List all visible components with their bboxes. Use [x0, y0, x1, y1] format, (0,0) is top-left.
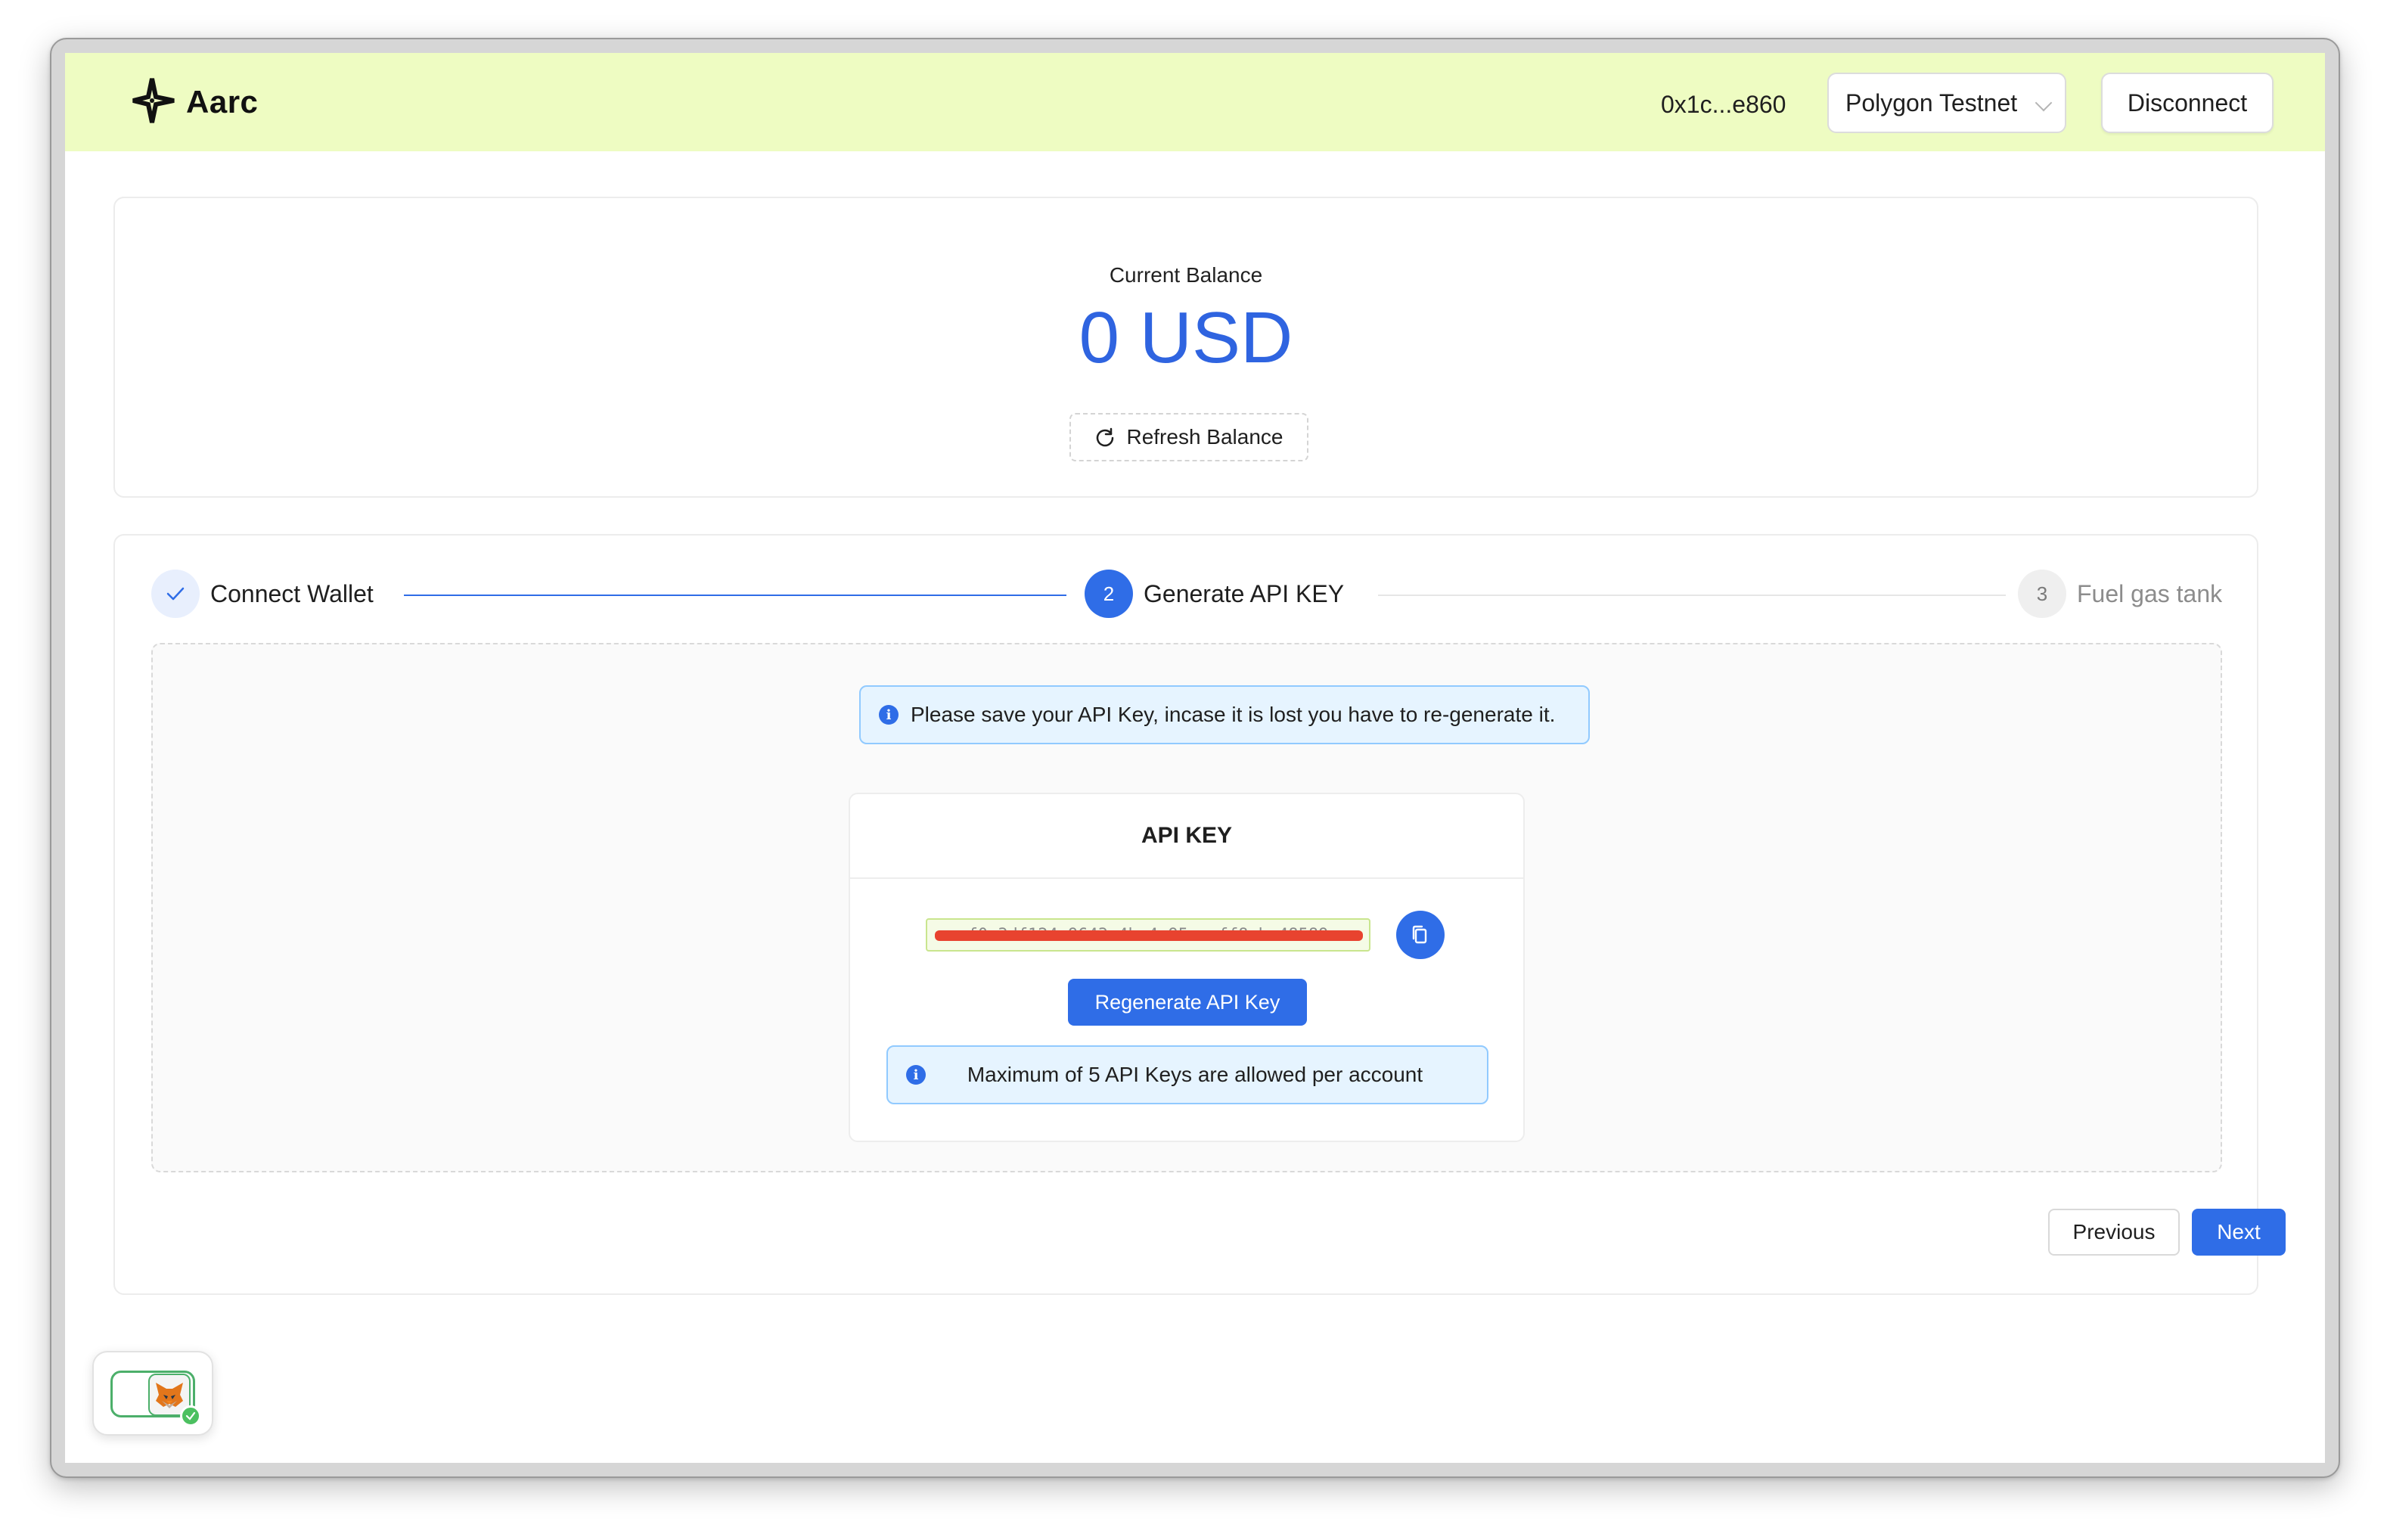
step-content-area: i Please save your API Key, incase it is… [151, 643, 2222, 1172]
balance-label: Current Balance [1109, 263, 1263, 287]
top-header: Aarc 0x1c...e860 Polygon Testnet Disconn… [65, 53, 2325, 151]
step-connector-2 [1378, 595, 2006, 596]
step-2-indicator: 2 [1085, 570, 1133, 618]
chevron-down-icon [2035, 94, 2053, 112]
save-key-notice-text: Please save your API Key, incase it is l… [911, 703, 1556, 726]
step-fuel-gas-tank[interactable]: 3 Fuel gas tank [2018, 567, 2222, 620]
wallet-address: 0x1c...e860 [1661, 91, 1786, 118]
step-connector-1 [404, 595, 1066, 596]
refresh-balance-label: Refresh Balance [1126, 425, 1283, 449]
step-3-label: Fuel gas tank [2077, 579, 2223, 607]
step-3-indicator: 3 [2018, 570, 2066, 618]
check-icon [166, 587, 185, 601]
brand-logo[interactable]: Aarc [126, 76, 258, 129]
copy-icon [1412, 925, 1427, 944]
save-key-notice: i Please save your API Key, incase it is… [859, 685, 1590, 744]
next-button[interactable]: Next [2192, 1209, 2286, 1256]
balance-value: 0 USD [1079, 297, 1293, 378]
metamask-wallet-widget[interactable] [92, 1351, 213, 1436]
network-select[interactable]: Polygon Testnet [1827, 73, 2066, 133]
info-icon: i [906, 1065, 926, 1085]
step-generate-api-key[interactable]: 2 Generate API KEY [1085, 567, 1344, 620]
refresh-balance-button[interactable]: Refresh Balance [1069, 413, 1308, 461]
previous-button[interactable]: Previous [2048, 1209, 2180, 1256]
refresh-icon [1097, 427, 1114, 447]
app-window: Aarc 0x1c...e860 Polygon Testnet Disconn… [65, 53, 2325, 1463]
api-key-limit-notice: i Maximum of 5 API Keys are allowed per … [886, 1045, 1488, 1104]
brand-name: Aarc [186, 84, 259, 120]
api-key-limit-text: Maximum of 5 API Keys are allowed per ac… [967, 1063, 1423, 1086]
redaction-mark [935, 930, 1363, 941]
step-1-label: Connect Wallet [210, 579, 374, 607]
info-icon: i [879, 705, 899, 725]
api-key-field[interactable]: f0e3df124-9643-4bc4-95cc-ff8ab-48589 [926, 918, 1370, 952]
step-1-indicator [151, 570, 200, 618]
connected-check-icon [180, 1405, 201, 1427]
step-2-label: Generate API KEY [1144, 579, 1345, 607]
aarc-logo-icon [132, 78, 175, 123]
regenerate-api-key-button[interactable]: Regenerate API Key [1068, 979, 1307, 1026]
api-key-card: API KEY f0e3df124-9643-4bc4-95cc-ff8ab-4… [849, 793, 1525, 1142]
balance-card: Current Balance 0 USD Refresh Balance [113, 197, 2258, 498]
steps-card: Connect Wallet 2 Generate API KEY 3 Fuel… [113, 534, 2286, 1295]
step-connect-wallet[interactable]: Connect Wallet [151, 567, 374, 620]
network-select-value: Polygon Testnet [1845, 88, 2018, 116]
disconnect-button[interactable]: Disconnect [2101, 73, 2274, 133]
copy-api-key-button[interactable] [1396, 911, 1445, 959]
api-key-card-title: API KEY [850, 794, 1523, 879]
